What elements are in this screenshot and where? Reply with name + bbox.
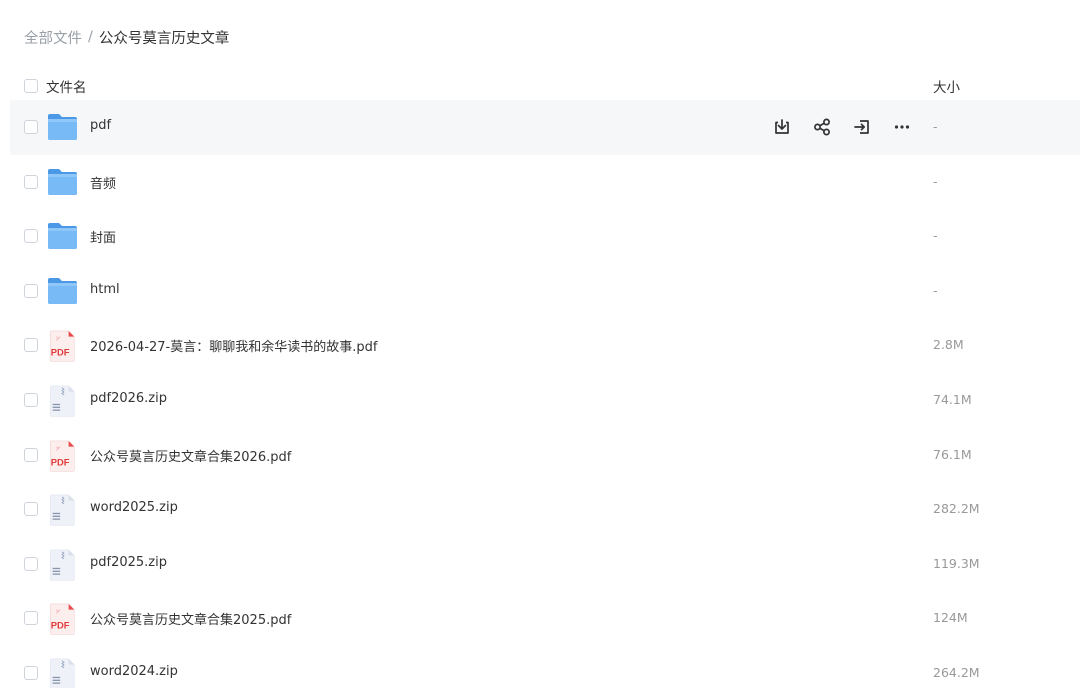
share-button[interactable] [810,115,834,139]
pdf-file-icon: PDF [47,330,78,363]
folder-icon [47,276,78,306]
file-row[interactable]: word2024.zip 264.2M [0,646,1080,688]
file-name[interactable]: word2024.zip [90,664,178,679]
file-name[interactable]: 封面 [90,227,116,246]
file-name[interactable]: pdf2025.zip [90,555,167,570]
file-row[interactable]: pdf - [10,100,1080,155]
row-actions [770,115,914,139]
download-button[interactable] [770,115,794,139]
row-checkbox[interactable] [24,556,38,571]
zip-file-icon [49,494,75,526]
pdf-file-icon: PDF [49,440,75,472]
zip-file-icon [47,494,78,526]
download-icon [772,117,792,137]
breadcrumb: 全部文件 / 公众号莫言历史文章 [24,27,229,47]
select-all-checkbox[interactable] [24,79,38,93]
folder-icon [48,277,77,304]
breadcrumb-root-link[interactable]: 全部文件 [24,27,82,48]
file-name[interactable]: 2026-04-27-莫言：聊聊我和余华读书的故事.pdf [90,336,377,355]
row-checkbox[interactable] [24,392,38,407]
file-size: 124M [933,610,968,626]
file-row[interactable]: PDF 2026-04-27-莫言：聊聊我和余华读书的故事.pdf 2.8M [0,318,1080,373]
breadcrumb-current: 公众号莫言历史文章 [98,30,230,47]
file-name[interactable]: html [90,282,120,297]
file-size: - [933,228,938,244]
row-checkbox[interactable] [24,665,38,680]
zip-file-icon [47,549,78,581]
pdf-file-icon: PDF [49,604,75,636]
file-size: - [933,173,938,189]
move-icon [852,117,872,137]
row-checkbox[interactable] [24,611,38,626]
row-checkbox[interactable] [24,283,38,298]
file-list: pdf - 音频 - 封面 - html - PDF 2026-04-27-莫言：聊聊我和余华读书… [0,100,1080,688]
column-header-name[interactable]: 文件名 [46,76,87,96]
folder-icon [48,168,77,195]
file-size: 282.2M [933,501,980,517]
file-row[interactable]: html - [0,264,1080,319]
zip-file-icon [47,658,78,688]
more-icon [892,117,912,137]
file-size: - [933,282,938,298]
file-name[interactable]: pdf2026.zip [90,391,167,406]
zip-file-icon [49,658,75,688]
file-name[interactable]: word2025.zip [90,500,178,515]
file-size: 74.1M [933,391,972,407]
file-name[interactable]: 公众号莫言历史文章合集2026.pdf [90,446,291,465]
file-name[interactable]: 音频 [90,173,116,192]
file-row[interactable]: PDF 公众号莫言历史文章合集2026.pdf 76.1M [0,428,1080,483]
row-checkbox[interactable] [24,174,38,189]
folder-icon [47,112,78,142]
svg-text:PDF: PDF [51,620,70,631]
folder-icon [48,114,77,140]
more-button[interactable] [890,115,914,139]
file-size: 264.2M [933,664,980,680]
share-icon [812,117,832,137]
move-button[interactable] [850,115,874,139]
file-row[interactable]: pdf2026.zip 74.1M [0,373,1080,428]
file-row[interactable]: word2025.zip 282.2M [0,482,1080,537]
folder-icon [48,223,77,250]
breadcrumb-separator: / [88,29,93,45]
zip-file-icon [49,549,75,581]
file-size: 76.1M [933,446,972,462]
column-header-size[interactable]: 大小 [933,76,960,96]
file-row[interactable]: 封面 - [0,209,1080,264]
row-checkbox[interactable] [24,447,38,462]
file-name[interactable]: pdf [90,118,111,133]
zip-file-icon [47,385,78,417]
file-size: 2.8M [933,337,964,353]
row-checkbox[interactable] [24,338,38,353]
file-size: 119.3M [933,555,980,571]
row-checkbox[interactable] [24,120,38,134]
svg-text:PDF: PDF [51,456,70,467]
pdf-file-icon: PDF [47,440,78,472]
row-checkbox[interactable] [24,229,38,244]
pdf-file-icon: PDF [47,603,78,636]
pdf-file-icon: PDF [49,331,75,363]
file-name[interactable]: 公众号莫言历史文章合集2025.pdf [90,609,291,628]
svg-text:PDF: PDF [51,347,70,358]
file-row[interactable]: 音频 - [0,155,1080,210]
row-checkbox[interactable] [24,502,38,517]
file-size: - [933,119,938,134]
folder-icon [47,221,78,251]
file-row[interactable]: PDF 公众号莫言历史文章合集2025.pdf 124M [0,591,1080,646]
folder-icon [47,167,78,197]
zip-file-icon [49,385,75,417]
file-row[interactable]: pdf2025.zip 119.3M [0,537,1080,592]
